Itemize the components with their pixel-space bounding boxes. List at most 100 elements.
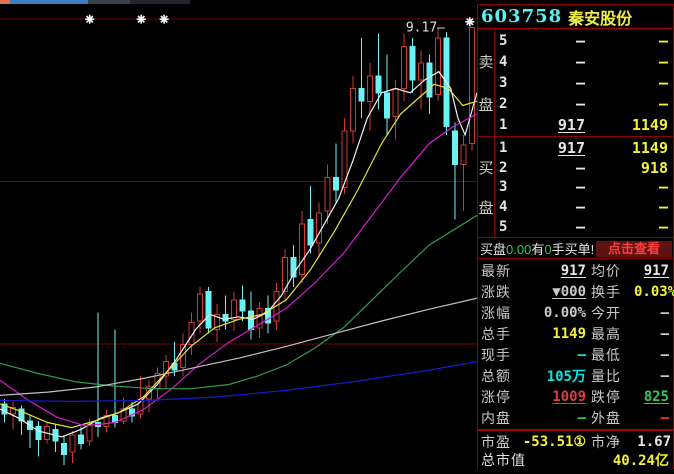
stat-value: 1149 (520, 326, 588, 342)
trading-terminal: { "window": { "top_strip": { "segments":… (0, 0, 674, 469)
stat-label: 总额 (478, 366, 520, 386)
sell-panel-label: 卖盘 (478, 30, 495, 136)
stat-value: 917 (634, 263, 673, 279)
level-number: 1 (495, 140, 511, 156)
ask-book: 卖盘 5––4––3––2––19171149 (478, 30, 673, 137)
candle-down (376, 76, 381, 93)
stat-row: 内盘–外盘– (478, 408, 673, 429)
level-number: 4 (495, 199, 511, 215)
level-price[interactable]: – (511, 198, 585, 216)
candle-down (385, 93, 390, 118)
view-button[interactable]: 点击查看 (596, 241, 672, 257)
candle-down (79, 435, 84, 444)
level-price[interactable]: 917 (511, 139, 585, 157)
level-price[interactable]: – (511, 159, 585, 177)
candle-down (359, 89, 364, 102)
level-price[interactable]: – (511, 32, 585, 50)
stat-label: 涨跌 (478, 282, 520, 302)
level-price[interactable]: 917 (511, 116, 585, 134)
bid-levels: 191711492–9183––4––5–– (495, 138, 673, 237)
candle-up (402, 46, 407, 88)
candle-up (317, 213, 322, 243)
candle-down (410, 46, 415, 80)
ma-line-ma30 (0, 215, 477, 388)
ask-level-row[interactable]: 19171149 (495, 115, 673, 136)
alert-segment: 0.00 (506, 242, 531, 257)
stat-label: 跌停 (588, 387, 634, 407)
level-price[interactable]: – (511, 178, 585, 196)
ask-level-row[interactable]: 2–– (495, 94, 673, 115)
bid-level-row[interactable]: 2–918 (495, 158, 673, 178)
candle-down (36, 427, 41, 440)
stat-value: 1009 (520, 389, 588, 405)
level-number: 2 (495, 96, 511, 112)
stat-row: 最新917均价917 (478, 260, 673, 281)
market-cap-label: 总市值 (478, 450, 526, 470)
stat-value: 825 (634, 389, 673, 405)
level-number: 2 (495, 160, 511, 176)
candle-up (325, 177, 330, 211)
stat-value: – (634, 410, 673, 426)
stat-label: 外盘 (588, 408, 634, 428)
level-number: 3 (495, 75, 511, 91)
ask-level-row[interactable]: 4–– (495, 51, 673, 72)
bid-level-row[interactable]: 3–– (495, 178, 673, 198)
candle-up (461, 145, 466, 164)
stat-value: 0.00% (520, 305, 588, 321)
stat-value: – (634, 326, 673, 342)
ask-level-row[interactable]: 5–– (495, 30, 673, 51)
stat-label: 总手 (478, 324, 520, 344)
market-cap-row: 总市值 40.24亿 (478, 451, 673, 469)
stat-value: 917 (520, 263, 588, 279)
candle-down (206, 292, 211, 328)
price-peak-label: 9.17— (406, 21, 445, 36)
candle-up (198, 294, 203, 321)
kline-chart[interactable]: 9.17— (0, 4, 477, 469)
level-price[interactable]: – (511, 218, 585, 236)
alert-segment: 0 (544, 242, 551, 257)
bid-level-row[interactable]: 4–– (495, 197, 673, 217)
level-price[interactable]: – (511, 74, 585, 92)
stat-row: 总手1149最高– (478, 323, 673, 344)
market-cap-value: 40.24亿 (613, 450, 673, 470)
level-volume: 1149 (585, 116, 673, 134)
level-number: 3 (495, 179, 511, 195)
candle-up (70, 435, 75, 452)
level-number: 5 (495, 219, 511, 235)
candle-up (87, 424, 92, 441)
candle-up (419, 63, 424, 80)
candle-up (470, 28, 475, 144)
stock-code: 603758 (481, 6, 562, 27)
alert-segment: 有 (531, 242, 544, 257)
candle-down (427, 63, 432, 97)
ask-levels: 5––4––3––2––19171149 (495, 30, 673, 136)
level-volume: – (585, 32, 673, 50)
bid-level-row[interactable]: 5–– (495, 217, 673, 237)
level-volume: – (585, 95, 673, 113)
alert-bar: 买盘0.00有0手买单! 点击查看 (478, 239, 673, 259)
ma-line-ma20 (0, 114, 477, 426)
candle-up (351, 89, 356, 131)
candle-down (240, 300, 245, 311)
candle-down (223, 314, 228, 321)
stat-label: 涨停 (478, 387, 520, 407)
candle-down (62, 444, 67, 455)
stat-value: – (520, 347, 588, 363)
stats-separator (478, 429, 673, 431)
level-price[interactable]: – (511, 95, 585, 113)
bid-book: 买盘 191711492–9183––4––5–– (478, 138, 673, 238)
stat-value: – (634, 305, 673, 321)
level-volume: – (585, 53, 673, 71)
stat-value: – (520, 410, 588, 426)
bid-level-row[interactable]: 19171149 (495, 138, 673, 158)
level-price[interactable]: – (511, 53, 585, 71)
stat-row: 涨跌▼000换手0.03% (478, 281, 673, 302)
candle-down (453, 131, 458, 165)
level-volume: – (585, 178, 673, 196)
candle-down (308, 220, 313, 245)
stat-label: 最高 (588, 324, 634, 344)
stat-label: 内盘 (478, 408, 520, 428)
pb-value: 1.67 (634, 434, 673, 450)
ask-level-row[interactable]: 3–– (495, 72, 673, 93)
stat-value: ▼000 (520, 284, 588, 300)
